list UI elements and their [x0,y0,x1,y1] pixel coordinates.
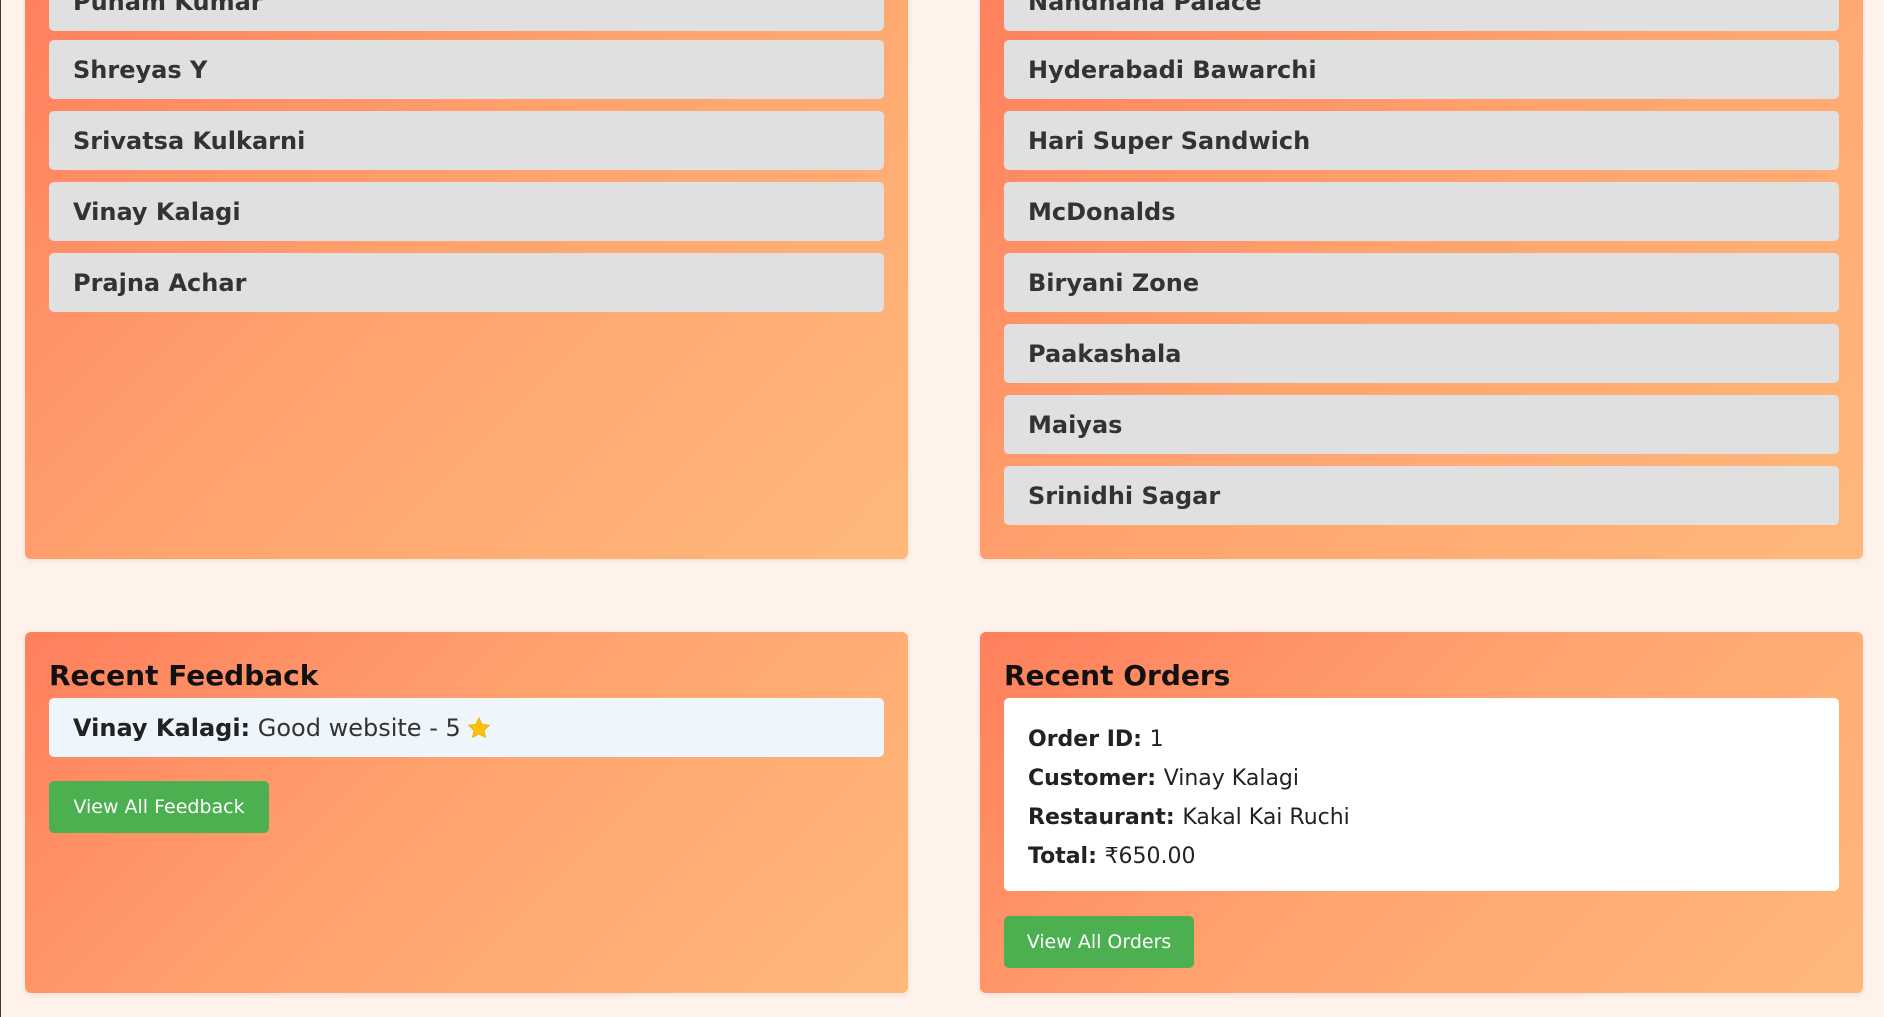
restaurant-item[interactable]: Maiyas [1004,395,1839,454]
order-id-row: Order ID: 1 [1028,720,1815,759]
restaurant-item[interactable]: Hyderabadi Bawarchi [1004,40,1839,99]
window-left-edge [0,0,1,1017]
restaurant-item[interactable]: Paakashala [1004,324,1839,383]
recent-orders-card: Recent Orders Order ID: 1 Customer: Vina… [980,632,1863,993]
restaurant-item[interactable]: Hari Super Sandwich [1004,111,1839,170]
feedback-author: Vinay Kalagi: [73,713,251,742]
restaurant-item[interactable]: Biryani Zone [1004,253,1839,312]
order-restaurant-value: Kakal Kai Ruchi [1182,805,1350,830]
order-id-label: Order ID: [1028,727,1150,752]
order-customer-label: Customer: [1028,766,1164,791]
users-card: Punam Kumar Shreyas Y Srivatsa Kulkarni … [25,0,908,559]
user-item[interactable]: Vinay Kalagi [49,182,884,241]
user-item[interactable]: Srivatsa Kulkarni [49,111,884,170]
recent-feedback-card: Recent Feedback Vinay Kalagi: Good websi… [25,632,908,993]
feedback-text: Good website - 5 [250,713,461,742]
order-total-value: ₹650.00 [1104,844,1196,869]
order-restaurant-label: Restaurant: [1028,805,1183,830]
restaurant-item[interactable]: McDonalds [1004,182,1839,241]
view-all-orders-button[interactable]: View All Orders [1004,916,1194,968]
recent-orders-title: Recent Orders [1004,659,1231,692]
order-customer-value: Vinay Kalagi [1163,766,1299,791]
view-all-feedback-button[interactable]: View All Feedback [49,781,269,833]
order-restaurant-row: Restaurant: Kakal Kai Ruchi [1028,798,1815,837]
user-item[interactable]: Punam Kumar [49,0,884,31]
feedback-item: Vinay Kalagi: Good website - 5 [49,698,884,757]
recent-feedback-title: Recent Feedback [49,659,319,692]
user-item[interactable]: Shreyas Y [49,40,884,99]
restaurants-card: Nandhana Palace Hyderabadi Bawarchi Hari… [980,0,1863,559]
user-item[interactable]: Prajna Achar [49,253,884,312]
order-total-row: Total: ₹650.00 [1028,837,1815,876]
order-id-value: 1 [1149,727,1164,752]
star-icon [467,716,491,740]
restaurant-item[interactable]: Srinidhi Sagar [1004,466,1839,525]
restaurant-item[interactable]: Nandhana Palace [1004,0,1839,31]
order-total-label: Total: [1028,844,1105,869]
order-details: Order ID: 1 Customer: Vinay Kalagi Resta… [1004,698,1839,891]
order-customer-row: Customer: Vinay Kalagi [1028,759,1815,798]
